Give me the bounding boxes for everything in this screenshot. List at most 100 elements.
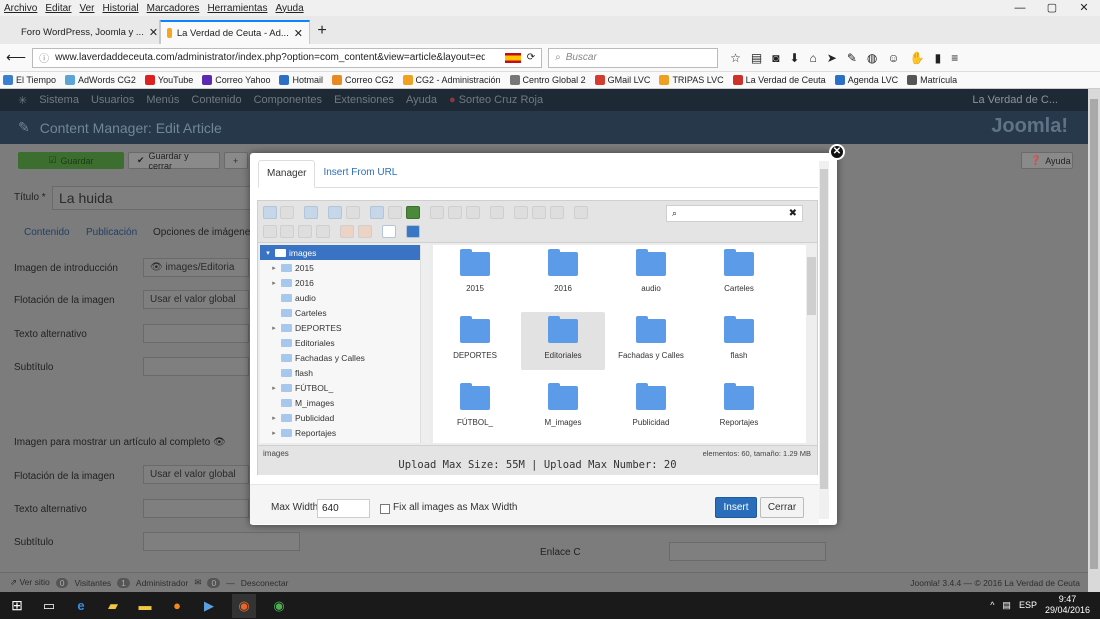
tree-scrollbar[interactable] <box>420 245 430 443</box>
new-file-icon[interactable] <box>388 206 402 219</box>
smiley-icon[interactable]: ☺ <box>887 51 899 65</box>
send-icon[interactable]: ➤ <box>827 51 837 65</box>
info-icon[interactable] <box>466 206 480 219</box>
minimize-button[interactable]: — <box>1004 0 1036 16</box>
bookmark-tripas[interactable]: TRIPAS LVC <box>659 75 724 85</box>
rename-icon[interactable] <box>280 225 294 238</box>
intro-image-input[interactable]: 👁 images/Editoria <box>143 258 249 277</box>
grid-scrollbar[interactable] <box>806 245 817 443</box>
clock[interactable]: 9:47 29/04/2016 <box>1045 594 1090 616</box>
alt-text-input-2[interactable] <box>143 499 249 518</box>
reload-icon[interactable]: ⟳ <box>527 52 535 63</box>
cut-icon[interactable] <box>532 206 546 219</box>
back-icon[interactable] <box>263 206 277 219</box>
menu-usuarios[interactable]: Usuarios <box>91 94 134 106</box>
tree-item-carteles[interactable]: Carteles <box>260 305 430 320</box>
menu-ver[interactable]: Ver <box>79 3 94 14</box>
bookmark-adwords[interactable]: AdWords CG2 <box>65 75 136 85</box>
menu-sistema[interactable]: Sistema <box>39 94 79 106</box>
fix-max-width-label[interactable]: Fix all images as Max Width <box>393 502 517 513</box>
close-button[interactable]: Cerrar <box>760 497 804 518</box>
save-close-button[interactable]: ✔ Guardar y cerrar <box>128 151 220 171</box>
menu-sorteo[interactable]: ● Sorteo Cruz Roja <box>449 94 543 106</box>
tree-item-publicidad[interactable]: ▸ Publicidad <box>260 410 430 425</box>
folder-item[interactable]: FÚTBOL_ <box>433 379 517 437</box>
modal-scrollbar-thumb[interactable] <box>820 169 828 489</box>
subtab-publicacion[interactable]: Publicación <box>86 227 137 238</box>
site-name[interactable]: La Verdad de C... <box>972 94 1088 106</box>
hand-icon[interactable]: ✋ <box>910 51 925 65</box>
firefox-icon[interactable]: ◉ <box>232 593 256 618</box>
forward-icon[interactable] <box>280 206 294 219</box>
media-player-icon[interactable]: ▶ <box>200 597 218 615</box>
windows-start-icon[interactable]: ⊞ <box>8 597 26 615</box>
expand-arrow-icon[interactable]: ▸ <box>270 279 278 287</box>
menu-historial[interactable]: Historial <box>103 3 139 14</box>
menu-ayuda-joomla[interactable]: Ayuda <box>406 94 437 106</box>
close-window-button[interactable]: ✕ <box>1068 0 1100 16</box>
bookmark-hotmail[interactable]: Hotmail <box>279 75 323 85</box>
pocket-icon[interactable]: ◙ <box>772 51 779 65</box>
preview-icon[interactable] <box>490 206 504 219</box>
extract-icon[interactable] <box>340 225 354 238</box>
bookmark-star-icon[interactable]: ☆ <box>730 51 741 65</box>
globe-icon[interactable]: ◍ <box>867 51 877 65</box>
caption-input[interactable] <box>143 357 249 376</box>
tab-foro-wordpress[interactable]: Foro WordPress, Joomla y ... ✕ <box>10 20 160 44</box>
menu-ayuda[interactable]: Ayuda <box>275 3 303 14</box>
back-icon[interactable]: ⟵ <box>6 49 26 66</box>
hamburger-menu-icon[interactable]: ≡ <box>951 51 958 65</box>
save-button[interactable]: ☑ Guardar <box>18 152 124 169</box>
folder-item[interactable]: M_images <box>521 379 605 437</box>
open-icon[interactable] <box>430 206 444 219</box>
home-icon[interactable]: ⌂ <box>810 51 817 65</box>
menu-contenido[interactable]: Contenido <box>191 94 241 106</box>
tree-item-reportajes[interactable]: ▸ Reportajes <box>260 425 430 440</box>
float-image-select-2[interactable]: Usar el valor global <box>143 465 249 484</box>
menu-marcadores[interactable]: Marcadores <box>147 3 200 14</box>
fix-max-width-checkbox[interactable] <box>380 504 390 514</box>
language-indicator[interactable]: ESP <box>1019 600 1037 610</box>
paste-icon[interactable] <box>550 206 564 219</box>
archive-icon[interactable] <box>358 225 372 238</box>
tray-arrow-icon[interactable]: ^ <box>990 600 994 610</box>
bookmark-el-tiempo[interactable]: El Tiempo <box>3 75 56 85</box>
page-scrollbar[interactable] <box>1088 89 1100 592</box>
home-icon[interactable] <box>328 206 342 219</box>
menu-archivo[interactable]: Archivo <box>4 3 37 14</box>
grid-scrollbar-thumb[interactable] <box>807 257 816 315</box>
file-search-input[interactable]: ⌕ ✖ <box>666 205 803 222</box>
chrome-icon[interactable]: ◉ <box>270 597 288 615</box>
edge-icon[interactable]: e <box>72 597 90 615</box>
title-input[interactable]: La huida <box>52 186 252 210</box>
tree-item-m-images[interactable]: M_images <box>260 395 430 410</box>
expand-arrow-icon[interactable]: ▸ <box>270 414 278 422</box>
bookmark-correo-cg2[interactable]: Correo CG2 <box>332 75 394 85</box>
resize-icon[interactable] <box>316 225 330 238</box>
bookmark-gmail[interactable]: GMail LVC <box>594 75 650 85</box>
max-width-input[interactable]: 640 <box>317 499 370 518</box>
folder-item[interactable]: Publicidad <box>609 379 693 437</box>
view-site-link[interactable]: ⇗ Ver sitio <box>10 577 50 588</box>
maximize-button[interactable]: ▢ <box>1036 0 1068 16</box>
folder-item[interactable]: Fachadas y Calles <box>609 312 693 370</box>
modal-scrollbar[interactable] <box>819 161 829 519</box>
bookmark-matricula[interactable]: Matrícula <box>907 75 957 85</box>
expand-arrow-icon[interactable]: ▸ <box>270 324 278 332</box>
insert-button[interactable]: Insert <box>715 497 757 518</box>
download-icon[interactable]: ⬇ <box>789 51 799 65</box>
up-icon[interactable] <box>346 206 360 219</box>
folder-item[interactable]: 2015 <box>433 245 517 303</box>
delete-icon[interactable] <box>574 206 588 219</box>
new-tab-button[interactable]: + <box>310 20 334 44</box>
tab-manager[interactable]: Manager <box>258 160 316 188</box>
folder-item[interactable]: audio <box>609 245 693 303</box>
bookmark-correo-yahoo[interactable]: Correo Yahoo <box>202 75 270 85</box>
menu-componentes[interactable]: Componentes <box>254 94 323 106</box>
bookmark-la-verdad[interactable]: La Verdad de Ceuta <box>732 75 826 85</box>
download-icon[interactable] <box>448 206 462 219</box>
menu-extensiones[interactable]: Extensiones <box>334 94 394 106</box>
folder-item[interactable]: 2016 <box>521 245 605 303</box>
bookmark-youtube[interactable]: YouTube <box>144 75 193 85</box>
explorer-icon[interactable]: ▰ <box>104 597 122 615</box>
